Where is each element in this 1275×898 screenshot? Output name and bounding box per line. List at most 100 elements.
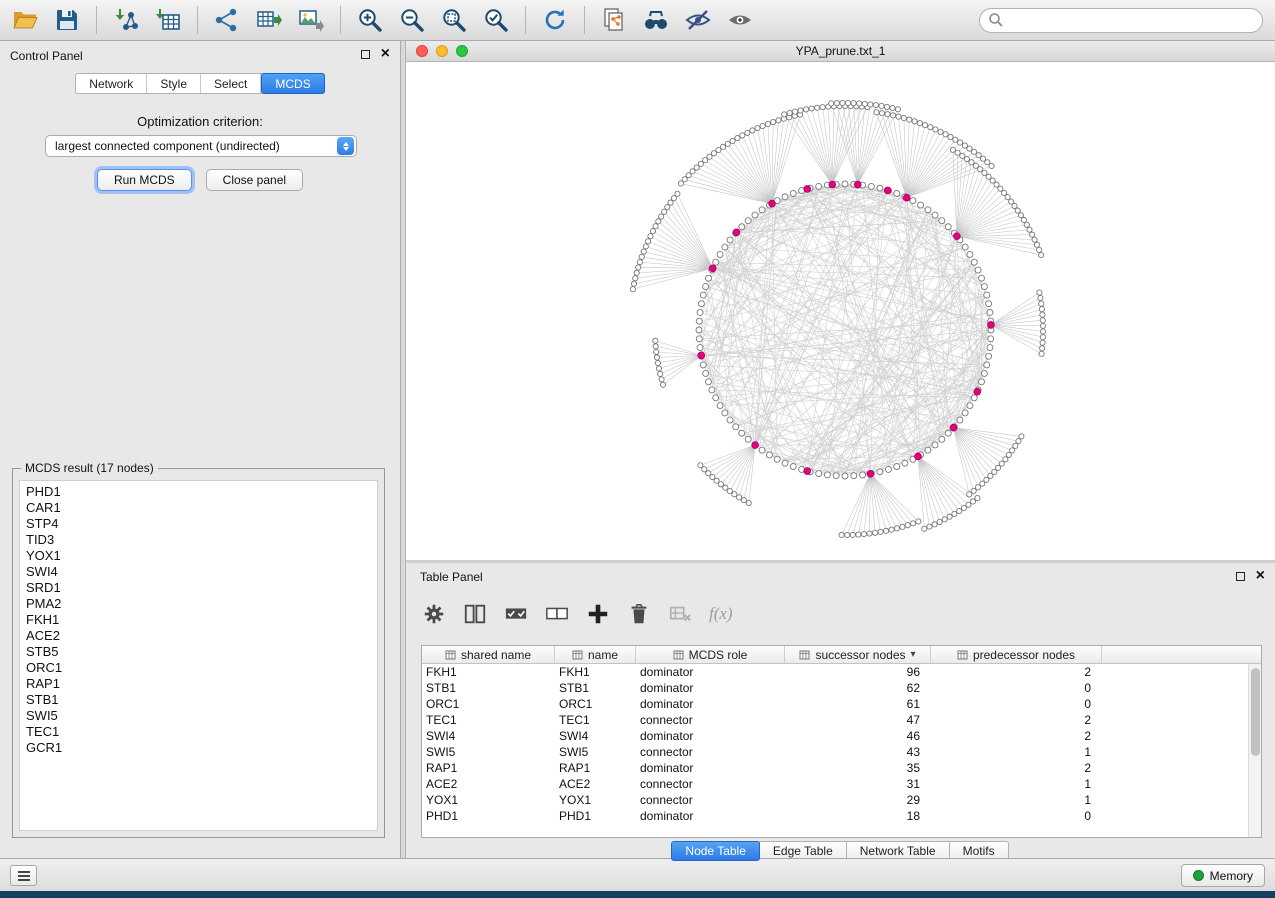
import-table-icon[interactable] (155, 7, 181, 33)
table-row[interactable]: ORC1 ORC1 dominator 61 0 (422, 696, 1261, 712)
birdseye-view-icon[interactable] (727, 7, 753, 33)
toolbar-separator (340, 6, 341, 34)
toolbar-separator (96, 6, 97, 34)
close-panel-button[interactable]: Close panel (206, 169, 303, 191)
cell-successor-nodes: 96 (785, 664, 931, 680)
refresh-layout-icon[interactable] (542, 7, 568, 33)
show-columns-icon[interactable] (463, 602, 487, 626)
find-icon[interactable] (643, 7, 669, 33)
table-row[interactable]: SWI4 SWI4 dominator 46 2 (422, 728, 1261, 744)
export-network-icon[interactable] (214, 7, 240, 33)
mcds-result-item[interactable]: CAR1 (20, 500, 377, 516)
table-toolbar: f(x) (422, 597, 733, 631)
export-image-icon[interactable] (298, 7, 324, 33)
run-mcds-button[interactable]: Run MCDS (97, 169, 192, 191)
tab-style[interactable]: Style (147, 74, 201, 93)
memory-button[interactable]: Memory (1181, 864, 1265, 887)
float-panel-icon[interactable] (361, 50, 370, 59)
mcds-result-item[interactable]: PMA2 (20, 596, 377, 612)
mcds-result-item[interactable]: STP4 (20, 516, 377, 532)
close-panel-icon[interactable]: × (381, 49, 390, 59)
table-scrollbar[interactable] (1248, 664, 1261, 837)
mcds-result-item[interactable]: YOX1 (20, 548, 377, 564)
tab-network[interactable]: Network (76, 74, 147, 93)
settings-gear-icon[interactable] (422, 602, 446, 626)
mcds-result-item[interactable]: PHD1 (20, 484, 377, 500)
search-input[interactable] (1009, 13, 1254, 27)
select-all-icon[interactable] (504, 602, 528, 626)
cell-shared-name: SWI4 (422, 728, 555, 744)
tab-mcds[interactable]: MCDS (261, 73, 324, 94)
cell-mcds-role: connector (636, 712, 785, 728)
table-row[interactable]: YOX1 YOX1 connector 29 1 (422, 792, 1261, 808)
cell-filler (1102, 712, 1261, 728)
table-row[interactable]: STB1 STB1 dominator 62 0 (422, 680, 1261, 696)
mcds-result-item[interactable]: SRD1 (20, 580, 377, 596)
table-row[interactable]: TEC1 TEC1 connector 47 2 (422, 712, 1261, 728)
cell-successor-nodes: 43 (785, 744, 931, 760)
mcds-result-item[interactable]: SWI5 (20, 708, 377, 724)
mcds-result-item[interactable]: STB1 (20, 692, 377, 708)
mcds-result-item[interactable]: TEC1 (20, 724, 377, 740)
scrollbar-thumb[interactable] (1251, 668, 1260, 756)
column-header-successor-nodes[interactable]: successor nodes▾ (785, 646, 931, 663)
float-panel-icon[interactable] (1236, 572, 1245, 581)
mcds-result-item[interactable]: GCR1 (20, 740, 377, 756)
cell-predecessor-nodes: 2 (931, 728, 1102, 744)
tab-select[interactable]: Select (201, 74, 261, 93)
column-header-filler (1102, 646, 1261, 663)
import-network-icon[interactable] (113, 7, 139, 33)
show-panels-button[interactable] (10, 865, 37, 886)
delete-columns-icon[interactable] (668, 602, 692, 626)
column-header-name[interactable]: name (555, 646, 636, 663)
cell-successor-nodes: 61 (785, 696, 931, 712)
mcds-result-item[interactable]: SWI4 (20, 564, 377, 580)
maximize-window-icon[interactable] (456, 45, 468, 57)
cell-name: STB1 (555, 680, 636, 696)
cell-shared-name: RAP1 (422, 760, 555, 776)
mcds-result-item[interactable]: FKH1 (20, 612, 377, 628)
mcds-result-item[interactable]: TID3 (20, 532, 377, 548)
mcds-result-item[interactable]: ACE2 (20, 628, 377, 644)
tab-node-table[interactable]: Node Table (671, 841, 760, 861)
zoom-fit-icon[interactable] (441, 7, 467, 33)
export-table-icon[interactable] (256, 7, 282, 33)
criterion-select[interactable]: largest connected component (undirected) (45, 135, 357, 157)
network-canvas[interactable] (406, 62, 1275, 559)
cell-name: ACE2 (555, 776, 636, 792)
table-body: FKH1 FKH1 dominator 96 2 STB1 STB1 domin… (422, 664, 1261, 824)
column-header-mcds-role[interactable]: MCDS role (636, 646, 785, 663)
save-session-icon[interactable] (54, 7, 80, 33)
close-window-icon[interactable] (416, 45, 428, 57)
clone-network-icon[interactable] (601, 7, 627, 33)
table-row[interactable]: PHD1 PHD1 dominator 18 0 (422, 808, 1261, 824)
cell-mcds-role: dominator (636, 760, 785, 776)
mcds-result-item[interactable]: ORC1 (20, 660, 377, 676)
column-grid-icon (957, 650, 968, 660)
close-panel-icon[interactable]: × (1256, 571, 1265, 581)
minimize-window-icon[interactable] (436, 45, 448, 57)
table-row[interactable]: SWI5 SWI5 connector 43 1 (422, 744, 1261, 760)
unselect-all-icon[interactable] (545, 602, 569, 626)
table-row[interactable]: ACE2 ACE2 connector 31 1 (422, 776, 1261, 792)
add-row-icon[interactable] (586, 602, 610, 626)
column-header-shared-name[interactable]: shared name (422, 646, 555, 663)
mcds-result-item[interactable]: RAP1 (20, 676, 377, 692)
zoom-in-icon[interactable] (357, 7, 383, 33)
zoom-out-icon[interactable] (399, 7, 425, 33)
function-builder-icon[interactable]: f(x) (709, 604, 733, 624)
hide-graphics-details-icon[interactable] (685, 7, 711, 33)
delete-rows-icon[interactable] (627, 602, 651, 626)
cell-successor-nodes: 18 (785, 808, 931, 824)
network-graph[interactable] (406, 62, 1275, 559)
cell-mcds-role: dominator (636, 664, 785, 680)
network-window-titlebar[interactable]: YPA_prune.txt_1 (406, 41, 1275, 62)
open-session-icon[interactable] (12, 7, 38, 33)
search-box[interactable] (979, 8, 1263, 33)
table-row[interactable]: FKH1 FKH1 dominator 96 2 (422, 664, 1261, 680)
column-header-predecessor-nodes[interactable]: predecessor nodes (931, 646, 1102, 663)
mcds-result-item[interactable]: STB5 (20, 644, 377, 660)
table-row[interactable]: RAP1 RAP1 dominator 35 2 (422, 760, 1261, 776)
cell-name: SWI4 (555, 728, 636, 744)
zoom-selected-icon[interactable] (483, 7, 509, 33)
